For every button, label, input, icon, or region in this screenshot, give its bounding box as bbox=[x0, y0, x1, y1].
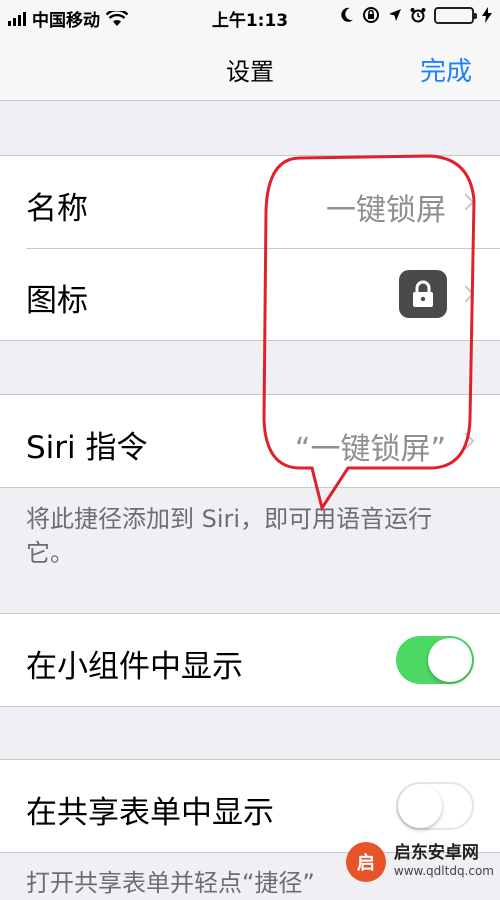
icon-row[interactable]: 图标 bbox=[0, 248, 500, 340]
share-sheet-group: 在共享表单中显示 bbox=[0, 759, 500, 853]
lock-icon bbox=[399, 270, 447, 318]
done-button[interactable]: 完成 bbox=[420, 51, 472, 88]
share-sheet-label: 在共享表单中显示 bbox=[26, 795, 274, 831]
siri-label: Siri 指令 bbox=[26, 430, 148, 466]
moon-icon bbox=[341, 7, 353, 22]
alarm-icon bbox=[410, 8, 426, 23]
shortcut-details-group: 名称 一键锁屏 图标 bbox=[0, 155, 500, 341]
battery-icon bbox=[434, 6, 477, 24]
name-row[interactable]: 名称 一键锁屏 bbox=[0, 156, 500, 248]
widget-row: 在小组件中显示 bbox=[0, 614, 500, 706]
chevron-right-icon bbox=[457, 432, 475, 450]
location-icon bbox=[389, 9, 401, 21]
name-label: 名称 bbox=[26, 191, 88, 227]
navigation-bar: 设置 完成 bbox=[0, 36, 500, 101]
status-bar: 中国移动 上午1:13 bbox=[0, 0, 500, 36]
chevron-right-icon bbox=[457, 193, 475, 211]
widget-group: 在小组件中显示 bbox=[0, 613, 500, 707]
widget-toggle[interactable] bbox=[396, 636, 474, 684]
rotation-lock-icon bbox=[363, 7, 379, 23]
siri-group: Siri 指令 “一键锁屏” bbox=[0, 394, 500, 488]
siri-footnote: 将此捷径添加到 Siri，即可用语音运行它。 bbox=[26, 505, 433, 567]
name-value: 一键锁屏 bbox=[326, 193, 446, 228]
chevron-right-icon bbox=[457, 285, 475, 303]
siri-row[interactable]: Siri 指令 “一键锁屏” bbox=[0, 395, 500, 487]
widget-label: 在小组件中显示 bbox=[26, 649, 243, 685]
siri-phrase-value: “一键锁屏” bbox=[294, 432, 446, 467]
icon-label: 图标 bbox=[26, 283, 88, 319]
watermark-logo: 启 bbox=[345, 842, 386, 882]
share-sheet-toggle[interactable] bbox=[396, 782, 474, 830]
watermark-name: 启东安卓网 bbox=[393, 843, 479, 863]
share-sheet-row: 在共享表单中显示 bbox=[0, 760, 500, 852]
watermark-url: www.qdltdq.com bbox=[393, 864, 494, 878]
charging-icon bbox=[482, 7, 492, 23]
watermark: 启 启东安卓网 www.qdltdq.com bbox=[345, 842, 494, 882]
